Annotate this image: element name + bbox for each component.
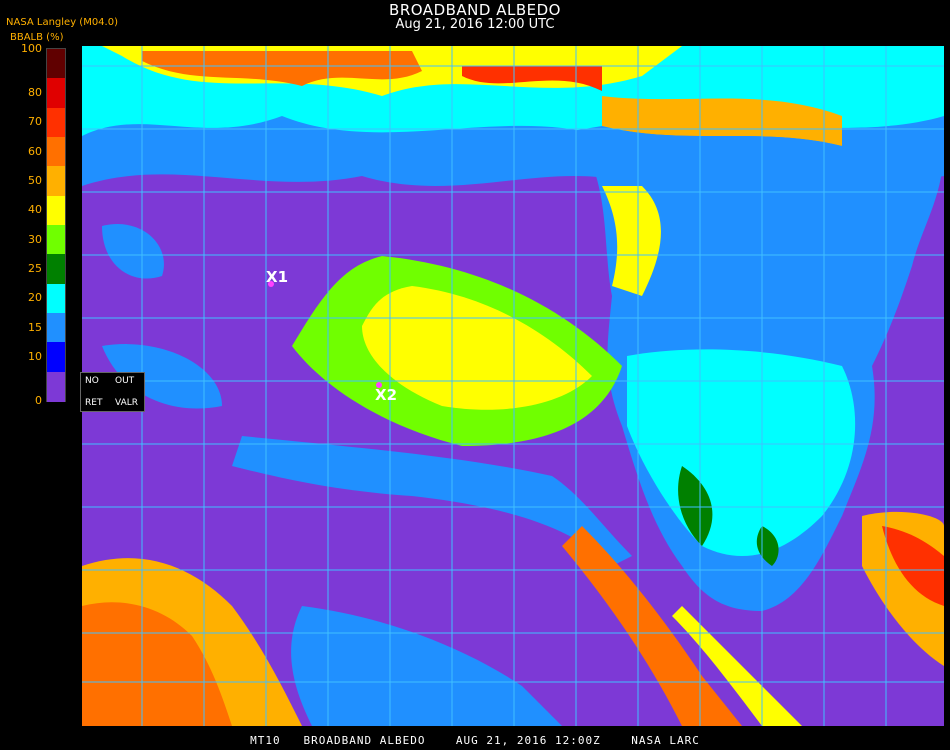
scale-segment: [47, 371, 65, 402]
scale-segment: [47, 166, 65, 197]
scale-tick-label: 50: [28, 174, 42, 187]
scale-segment: [47, 254, 65, 285]
no-button[interactable]: NO: [85, 376, 99, 386]
out-button[interactable]: OUT: [115, 376, 134, 386]
scale-tick-label: 0: [35, 394, 42, 407]
scale-segment: [47, 283, 65, 314]
map-subtitle: Aug 21, 2016 12:00 UTC: [395, 17, 555, 32]
ret-button[interactable]: RET: [85, 398, 102, 408]
scale-segment: [47, 225, 65, 255]
scale-tick-label: 15: [28, 320, 42, 334]
scale-tick-label: 80: [28, 86, 42, 99]
scale-tick-label: 25: [28, 262, 42, 275]
scale-segment: [47, 342, 65, 373]
albedo-map[interactable]: X1 X2: [82, 46, 944, 726]
scale-tick-label: 40: [28, 203, 42, 217]
scale-segment: [47, 78, 65, 109]
scale-tick-label: 30: [28, 232, 42, 246]
scale-segment: [47, 195, 65, 226]
scale-segment: [47, 313, 65, 343]
marker-x1-label: X1: [266, 268, 289, 286]
scale-segment: [47, 107, 65, 138]
scale-segment: [47, 49, 65, 79]
scale-tick-label: 100: [21, 42, 42, 55]
valr-button[interactable]: VALR: [115, 398, 138, 408]
color-scale-bar: [46, 48, 66, 402]
marker-x2-label: X2: [375, 386, 398, 404]
scale-tick-label: 10: [28, 350, 42, 363]
footer-caption: MT10 BROADBAND ALBEDO AUG 21, 2016 12:00…: [250, 734, 700, 747]
source-label: NASA Langley (M04.0): [6, 17, 118, 28]
scale-segment: [47, 137, 65, 167]
scale-tick-label: 60: [28, 144, 42, 158]
albedo-map-image: [82, 46, 944, 726]
scale-tick-label: 70: [28, 115, 42, 129]
action-menu: NO OUT RET VALR: [80, 372, 145, 412]
scale-tick-label: 20: [28, 291, 42, 305]
